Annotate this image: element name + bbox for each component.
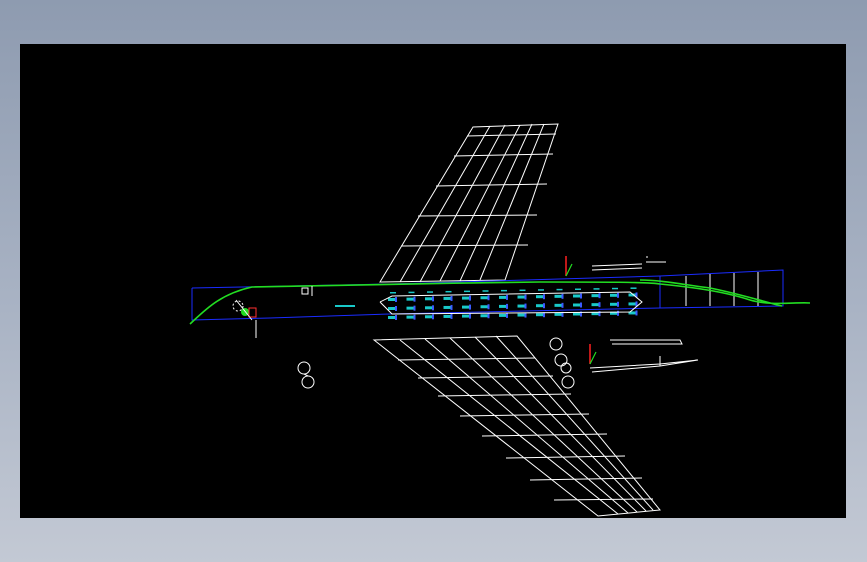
seat-marker: [408, 291, 415, 294]
seat: [480, 314, 488, 318]
cabin-floor: [379, 291, 643, 315]
seat: [406, 315, 414, 319]
seat-marker: [464, 290, 470, 293]
seat-back: [432, 314, 434, 320]
seat-back: [450, 304, 453, 310]
lower-wing: [372, 335, 661, 517]
seat-marker: [482, 290, 489, 292]
axis-triad-top: [565, 256, 573, 277]
seat-back: [432, 305, 434, 311]
seat-back: [617, 310, 619, 316]
seat: [388, 298, 395, 301]
seat-back: [580, 302, 582, 308]
seat: [425, 315, 432, 319]
seat-marker: [538, 289, 544, 291]
seat: [554, 303, 562, 307]
seat: [591, 303, 599, 307]
seat-marker: [519, 289, 526, 292]
seat: [517, 313, 525, 317]
seat-back: [450, 295, 453, 301]
seat: [443, 305, 451, 309]
seat-back: [598, 293, 601, 299]
seat: [480, 305, 488, 309]
cad-viewport[interactable]: [20, 44, 846, 518]
seat-back: [432, 296, 434, 302]
seat-back: [487, 295, 490, 301]
seat-back: [617, 301, 619, 307]
seat: [536, 295, 543, 299]
seat-back: [561, 293, 564, 299]
seat-back: [395, 306, 397, 311]
seat-back: [524, 303, 527, 309]
seat-back: [395, 297, 397, 302]
seat-back: [469, 304, 471, 310]
seat: [536, 313, 543, 317]
stabilizer: [589, 339, 699, 373]
seat-back: [561, 302, 564, 308]
seat-back: [469, 295, 471, 301]
seat: [443, 296, 451, 300]
seat-back: [487, 304, 490, 310]
seat: [406, 297, 414, 301]
seat-back: [450, 313, 453, 319]
seat-back: [543, 303, 545, 309]
seat: [610, 302, 617, 306]
seat-back: [487, 313, 490, 319]
seat: [425, 306, 432, 310]
seat: [462, 314, 469, 318]
seat-marker: [593, 288, 600, 290]
seat-back: [506, 312, 508, 318]
seat: [591, 294, 599, 298]
seat-back: [543, 294, 545, 300]
seat-marker: [445, 290, 452, 293]
seat: [573, 303, 580, 307]
seat-back: [635, 310, 638, 316]
seat: [573, 294, 580, 298]
seat: [443, 314, 451, 318]
seat-back: [617, 292, 619, 298]
fuselage-outline: [191, 269, 784, 321]
seat: [499, 313, 506, 317]
seat-back: [469, 313, 471, 319]
seat-back: [580, 293, 582, 299]
seat: [462, 296, 469, 300]
seat: [499, 304, 506, 308]
seat: [517, 304, 525, 308]
seat-back: [524, 294, 527, 300]
seat: [610, 293, 617, 297]
seat: [554, 294, 562, 298]
axis-triad-bottom: [589, 344, 597, 365]
seat: [499, 295, 506, 299]
seat: [388, 307, 395, 310]
seat-back: [413, 296, 416, 302]
tail-frames: [591, 256, 759, 306]
seat: [406, 306, 414, 310]
seat: [480, 296, 488, 300]
seat-marker: [630, 287, 637, 289]
seat-back: [413, 305, 416, 311]
upper-wing: [379, 123, 559, 283]
seat-back: [413, 314, 416, 320]
seat-marker: [612, 287, 618, 290]
seat: [536, 304, 543, 308]
aircraft-wireframe-drawing: [189, 123, 811, 517]
seat-marker: [556, 288, 563, 291]
seat: [517, 295, 525, 299]
seat: [554, 312, 562, 316]
seat-back: [395, 315, 397, 320]
landing-gear: [297, 337, 575, 389]
nose-detail: [232, 286, 355, 338]
seat-marker: [501, 289, 507, 292]
seat-marker: [390, 292, 396, 294]
seat: [628, 302, 636, 306]
seat-marker: [427, 291, 433, 293]
seat-back: [506, 294, 508, 300]
seat: [425, 297, 432, 301]
seat: [388, 316, 395, 319]
seat: [462, 305, 469, 309]
seat-marker: [575, 288, 581, 290]
seat-back: [506, 303, 508, 309]
seat-back: [598, 302, 601, 308]
